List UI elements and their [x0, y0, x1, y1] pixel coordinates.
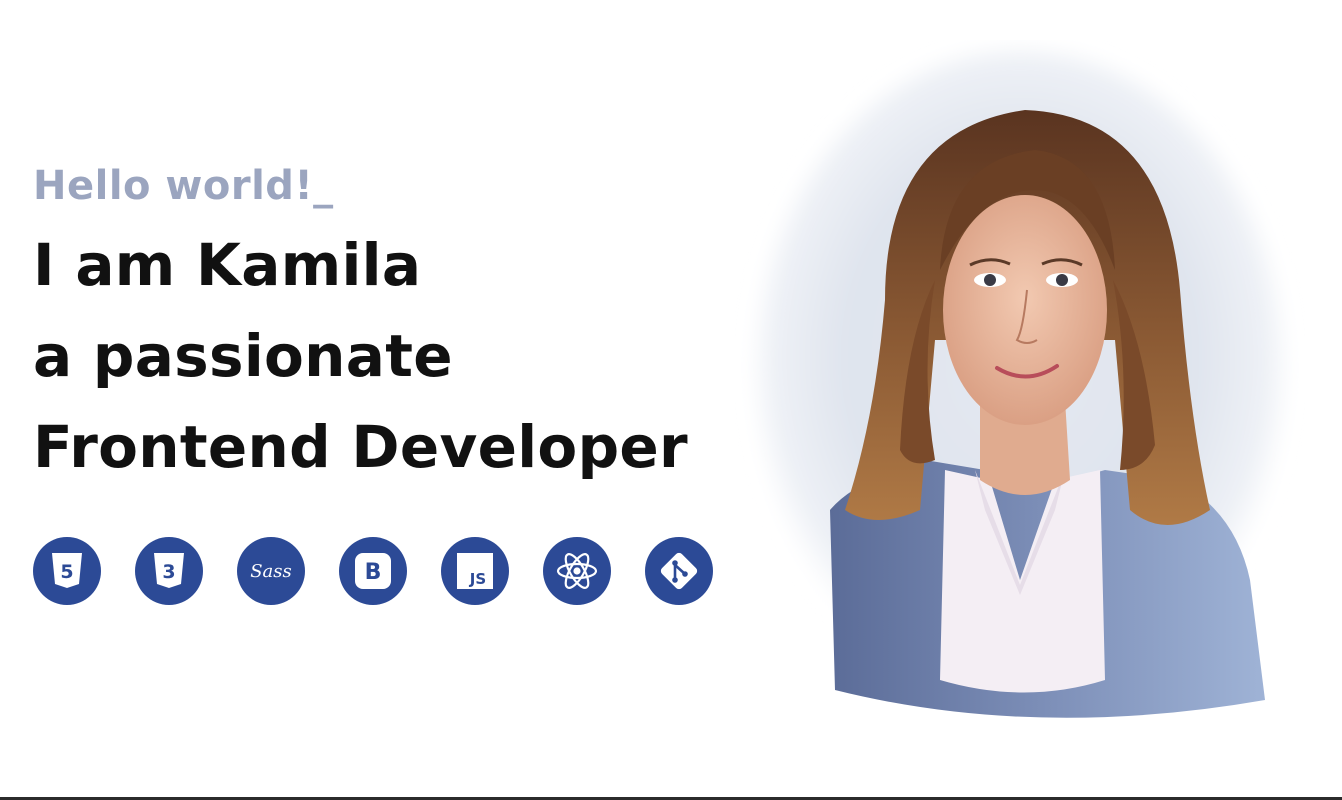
html5-icon[interactable]: 5 [33, 537, 101, 605]
react-atom [556, 553, 598, 589]
git-logo [660, 552, 698, 590]
react-icon[interactable] [543, 537, 611, 605]
bootstrap-icon[interactable]: B [339, 537, 407, 605]
bootstrap-logo: B [355, 553, 391, 589]
git-icon[interactable] [645, 537, 713, 605]
hero-section: Hello world!_ I am Kamila a passionate F… [0, 0, 1342, 800]
css3-label: 3 [162, 561, 175, 583]
html5-label: 5 [60, 561, 73, 583]
headline: I am Kamila a passionate Frontend Develo… [33, 220, 753, 493]
skills-list: 5 3 Sass B JS [33, 537, 713, 605]
sass-icon[interactable]: Sass [237, 537, 305, 605]
javascript-label: JS [469, 570, 486, 588]
portrait-illustration [755, 50, 1285, 718]
greeting-text: Hello world!_ [33, 163, 334, 209]
javascript-icon[interactable]: JS [441, 537, 509, 605]
headline-line-3: Frontend Developer [33, 413, 688, 481]
intro-block: Hello world!_ I am Kamila a passionate F… [33, 158, 753, 493]
css3-shield: 3 [154, 553, 184, 588]
headline-line-1: I am Kamila [33, 231, 422, 299]
headline-line-2: a passionate [33, 322, 453, 390]
portrait-image [735, 40, 1305, 730]
html5-shield: 5 [52, 553, 82, 588]
sass-logo: Sass [250, 561, 292, 582]
javascript-logo: JS [457, 553, 493, 589]
css3-icon[interactable]: 3 [135, 537, 203, 605]
bootstrap-label: B [365, 560, 382, 585]
sass-label: Sass [250, 561, 292, 582]
